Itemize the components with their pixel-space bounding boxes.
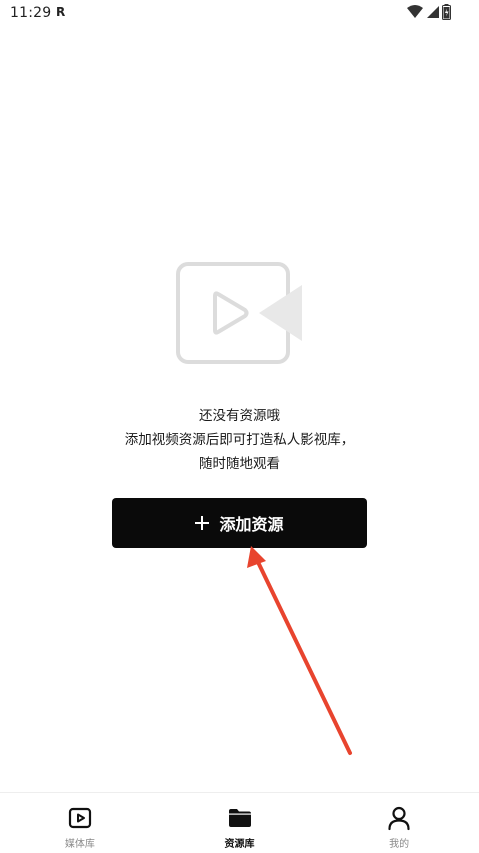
bottom-navigation: 媒体库 资源库 我的 xyxy=(0,792,479,853)
nav-label-media-library: 媒体库 xyxy=(64,839,95,850)
nav-item-mine[interactable]: 我的 xyxy=(319,793,479,853)
status-time: 11:29 xyxy=(10,5,52,21)
person-icon xyxy=(388,806,410,831)
add-resource-button[interactable]: 添加资源 xyxy=(112,498,367,548)
status-bar: 11:29 R xyxy=(0,0,479,26)
status-icons xyxy=(407,4,451,20)
nav-item-resource-library[interactable]: 资源库 xyxy=(160,793,320,853)
add-resource-label: 添加资源 xyxy=(219,515,284,534)
signal-icon xyxy=(427,6,439,18)
empty-state-description-line1: 添加视频资源后即可打造私人影视库， xyxy=(124,432,355,448)
nav-label-mine: 我的 xyxy=(389,839,410,850)
folder-icon xyxy=(228,809,251,827)
carrier-badge: R xyxy=(56,5,66,19)
plus-icon xyxy=(195,516,210,530)
video-placeholder-icon xyxy=(176,262,302,364)
nav-label-resource-library: 资源库 xyxy=(224,839,255,850)
wifi-icon xyxy=(407,5,423,18)
play-square-icon xyxy=(68,807,91,829)
empty-state-description-line2: 随时随地观看 xyxy=(199,456,280,472)
nav-item-media-library[interactable]: 媒体库 xyxy=(0,793,160,853)
battery-icon xyxy=(442,4,451,20)
empty-state-title: 还没有资源哦 xyxy=(199,408,280,424)
